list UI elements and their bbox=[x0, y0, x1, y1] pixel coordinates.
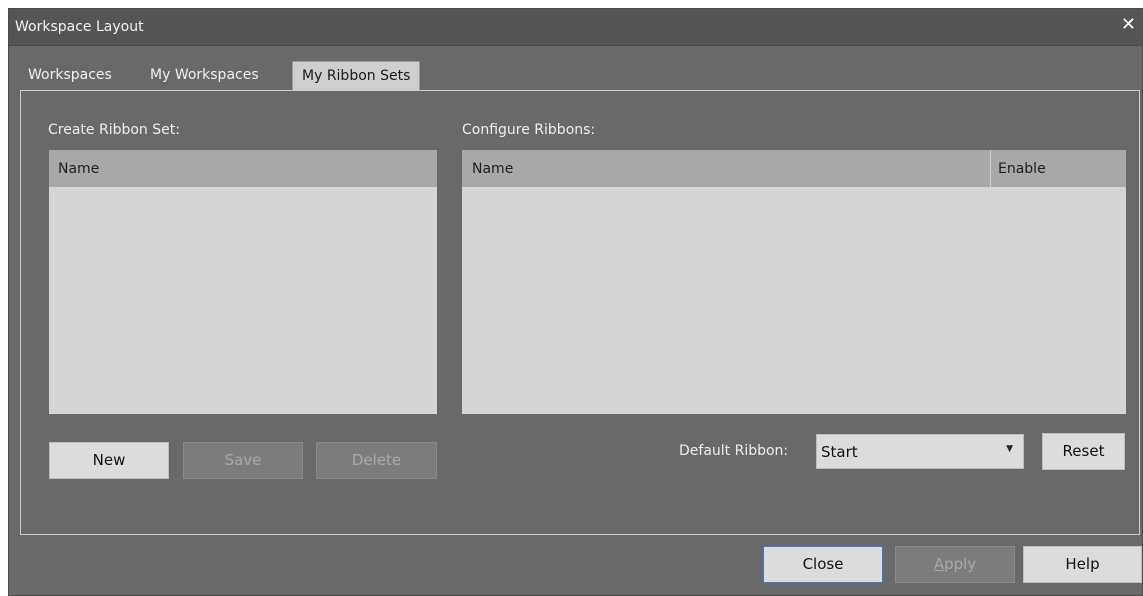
column-name-header[interactable]: Name bbox=[472, 161, 513, 177]
column-divider bbox=[990, 150, 991, 187]
default-ribbon-dropdown[interactable]: Start ▼ bbox=[816, 434, 1024, 469]
help-button[interactable]: Help bbox=[1023, 546, 1142, 583]
close-icon[interactable]: ✕ bbox=[1121, 14, 1136, 35]
create-ribbon-set-label: Create Ribbon Set: bbox=[48, 122, 180, 138]
delete-button[interactable]: Delete bbox=[316, 442, 437, 479]
tab-my-workspaces[interactable]: My Workspaces bbox=[141, 61, 268, 91]
ribbon-sets-panel: Create Ribbon Set: Name New Save Delete … bbox=[20, 90, 1140, 535]
column-name-header[interactable]: Name bbox=[58, 161, 99, 177]
apply-label: pply bbox=[944, 555, 977, 573]
configure-ribbons-label: Configure Ribbons: bbox=[462, 122, 596, 138]
save-button[interactable]: Save bbox=[183, 442, 303, 479]
ribbon-config-list[interactable]: Name Enable bbox=[462, 150, 1126, 414]
new-button[interactable]: New bbox=[49, 442, 169, 479]
default-ribbon-value: Start bbox=[821, 443, 858, 461]
column-enable-header[interactable]: Enable bbox=[998, 161, 1046, 177]
ribbon-config-list-header: Name Enable bbox=[462, 150, 1126, 187]
chevron-down-icon: ▼ bbox=[1006, 444, 1013, 454]
close-button[interactable]: Close bbox=[763, 546, 883, 583]
workspace-layout-dialog: Workspace Layout ✕ Workspaces My Workspa… bbox=[8, 8, 1143, 596]
reset-button[interactable]: Reset bbox=[1042, 433, 1125, 470]
apply-button[interactable]: Apply bbox=[895, 546, 1015, 583]
ribbon-set-list[interactable]: Name bbox=[49, 150, 437, 414]
default-ribbon-label: Default Ribbon: bbox=[679, 443, 789, 459]
tab-my-ribbon-sets[interactable]: My Ribbon Sets bbox=[292, 61, 421, 91]
ribbon-set-list-header: Name bbox=[49, 150, 437, 187]
title-bar: Workspace Layout ✕ bbox=[9, 9, 1142, 46]
tab-workspaces[interactable]: Workspaces bbox=[19, 61, 121, 91]
dialog-title: Workspace Layout bbox=[15, 19, 144, 35]
apply-mnemonic: A bbox=[933, 555, 945, 573]
